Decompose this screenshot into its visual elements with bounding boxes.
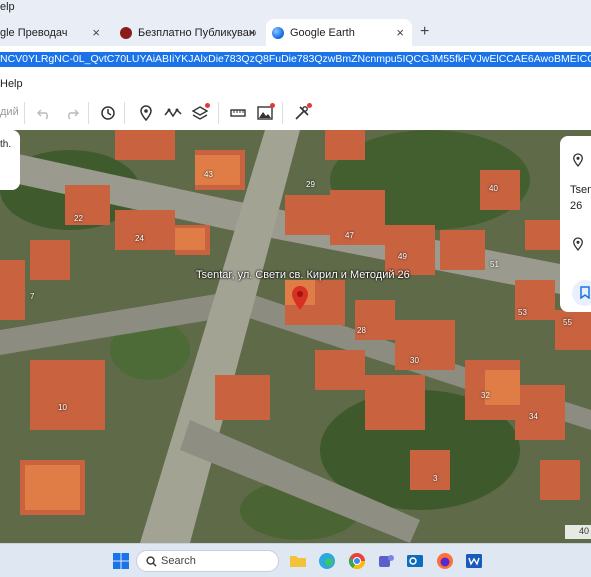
search-icon [146,556,157,567]
notification-dot [270,103,275,108]
house-number: 51 [490,260,499,269]
close-icon[interactable]: × [396,25,404,40]
search-label: Search [161,555,196,567]
tools-icon[interactable] [292,103,312,123]
house-number: 55 [563,318,572,327]
map-scale: 40 [565,525,591,539]
chrome-browser-icon[interactable] [348,552,366,570]
divider [218,102,219,124]
tab-bar: gle Преводач × Безплатно Публикуване на … [0,16,591,46]
google-earth-icon [272,26,284,39]
satellite-map[interactable]: Tsentar, ул. Свети св. Кирил и Методий 2… [0,130,591,543]
ruler-icon[interactable] [228,103,248,123]
place-number: 26 [570,200,583,212]
windows-taskbar: Search [0,543,591,577]
search-field[interactable]: дий [0,106,19,118]
house-number: 7 [30,292,35,301]
tab-label: Безплатно Публикуване на Об [138,26,256,39]
close-icon[interactable]: × [92,25,100,40]
location-icon [573,237,583,252]
house-number: 47 [345,231,354,240]
close-icon[interactable]: × [248,25,256,40]
house-number: 43 [204,170,213,179]
divider [282,102,283,124]
bookmark-icon [580,286,590,299]
info-card-text: th. [0,139,12,150]
scale-label: 40 [579,526,590,536]
house-number: 22 [74,214,83,223]
undo-icon[interactable] [34,103,54,123]
history-icon[interactable] [98,103,118,123]
divider [124,102,125,124]
place-info-panel[interactable]: Tsen 26 [560,136,591,312]
layers-icon[interactable] [190,103,210,123]
tab-translator[interactable]: gle Преводач × [0,19,108,46]
image-icon[interactable] [255,103,275,123]
outlook-icon[interactable] [406,552,424,570]
house-number: 30 [410,356,419,365]
info-card-left[interactable]: th. [0,130,20,190]
house-number: 32 [481,391,490,400]
house-number: 40 [489,184,498,193]
edge-browser-icon[interactable] [318,552,336,570]
tab-publish[interactable]: Безплатно Публикуване на Об × [112,19,264,46]
new-tab-button[interactable]: + [420,23,429,41]
location-label: Tsentar, ул. Свети св. Кирил и Методий 2… [196,269,410,281]
notification-dot [205,103,210,108]
file-explorer-icon[interactable] [289,552,307,570]
map-imagery [0,130,591,543]
house-number: 49 [398,252,407,261]
help-menu[interactable]: Help [0,78,23,90]
window-title-strip: elp [0,0,591,16]
address-bar[interactable]: NCV0YLRgNC-0L_QvtC70LUYAiABIiYKJAlxDie78… [0,46,591,75]
notification-dot [307,103,312,108]
house-number: 24 [135,234,144,243]
location-icon [573,153,583,168]
save-button[interactable] [572,280,591,306]
house-number: 10 [58,403,67,412]
tab-label: Google Earth [290,26,355,39]
tab-label: gle Преводач [0,26,68,39]
house-number: 3 [433,474,438,483]
divider [88,102,89,124]
place-name: Tsen [570,184,591,196]
divider [24,102,25,124]
windows-start-icon[interactable] [112,552,130,570]
redo-icon[interactable] [62,103,82,123]
placemark-icon[interactable] [136,103,156,123]
house-number: 53 [518,308,527,317]
path-icon[interactable] [163,103,183,123]
word-icon[interactable] [465,552,483,570]
earth-toolbar: дий [0,96,591,131]
taskbar-search[interactable]: Search [136,550,279,572]
site-favicon-icon [120,26,132,39]
house-number: 34 [529,412,538,421]
url-text[interactable]: NCV0YLRgNC-0L_QvtC70LUYAiABIiYKJAlxDie78… [0,52,591,67]
house-number: 29 [306,180,315,189]
menu-bar: Help [0,74,591,96]
teams-icon[interactable] [377,552,395,570]
window-title: elp [0,1,15,13]
tab-google-earth[interactable]: Google Earth × [266,19,412,46]
house-number: 28 [357,326,366,335]
firefox-icon[interactable] [436,552,454,570]
